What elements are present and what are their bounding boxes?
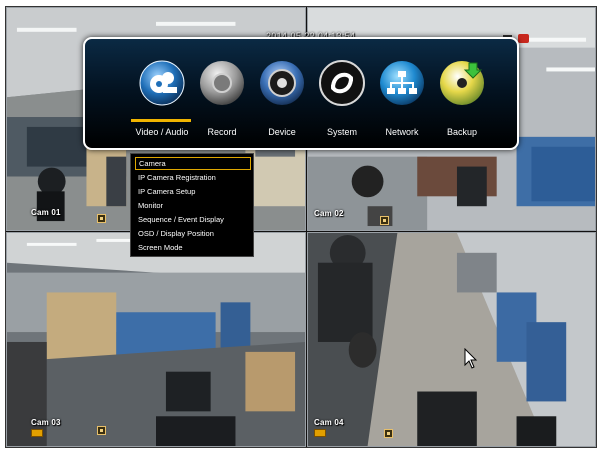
- camera-feed-4: [308, 233, 595, 446]
- menu-item-system[interactable]: System: [311, 55, 373, 145]
- menu-item-record[interactable]: Record: [191, 55, 253, 145]
- alarm-badge: [314, 429, 326, 437]
- record-status-icon: [97, 214, 106, 223]
- submenu-item-osd-display-position[interactable]: OSD / Display Position: [135, 227, 251, 240]
- camera-view-4[interactable]: Cam 04: [307, 232, 596, 447]
- device-icon: [259, 60, 305, 106]
- alarm-status-icon: [518, 34, 529, 43]
- video-audio-submenu: Camera IP Camera Registration IP Camera …: [130, 153, 254, 257]
- record-icon: [199, 60, 245, 106]
- menu-item-video-audio[interactable]: Video / Audio: [131, 55, 193, 145]
- menu-item-network[interactable]: Network: [371, 55, 433, 145]
- mouse-cursor-icon: [464, 348, 478, 369]
- record-status-icon: [97, 426, 106, 435]
- submenu-item-ip-camera-registration[interactable]: IP Camera Registration: [135, 171, 251, 184]
- backup-icon: [439, 60, 485, 106]
- submenu-item-camera[interactable]: Camera: [135, 157, 251, 170]
- camera-label-3: Cam 03: [31, 418, 61, 427]
- record-status-icon: [380, 216, 389, 225]
- submenu-item-screen-mode[interactable]: Screen Mode: [135, 241, 251, 254]
- camera-label-2: Cam 02: [314, 209, 344, 218]
- menu-selected-underline: [131, 119, 191, 122]
- camera-label-1: Cam 01: [31, 208, 61, 217]
- record-status-icon: [384, 429, 393, 438]
- menu-label-backup: Backup: [446, 127, 478, 137]
- camera-feed-3: [7, 233, 305, 446]
- video-audio-icon: [139, 60, 185, 106]
- menu-item-backup[interactable]: Backup: [431, 55, 493, 145]
- alarm-badge: [31, 429, 43, 437]
- network-icon: [379, 60, 425, 106]
- camera-label-4: Cam 04: [314, 418, 344, 427]
- submenu-item-monitor[interactable]: Monitor: [135, 199, 251, 212]
- submenu-item-ip-camera-setup[interactable]: IP Camera Setup: [135, 185, 251, 198]
- system-icon: [319, 60, 365, 106]
- main-menu-bar: Video / Audio Record Device System Netwo…: [83, 37, 519, 150]
- menu-item-device[interactable]: Device: [251, 55, 313, 145]
- camera-view-3[interactable]: Cam 03: [6, 232, 306, 447]
- submenu-item-sequence-event-display[interactable]: Sequence / Event Display: [135, 213, 251, 226]
